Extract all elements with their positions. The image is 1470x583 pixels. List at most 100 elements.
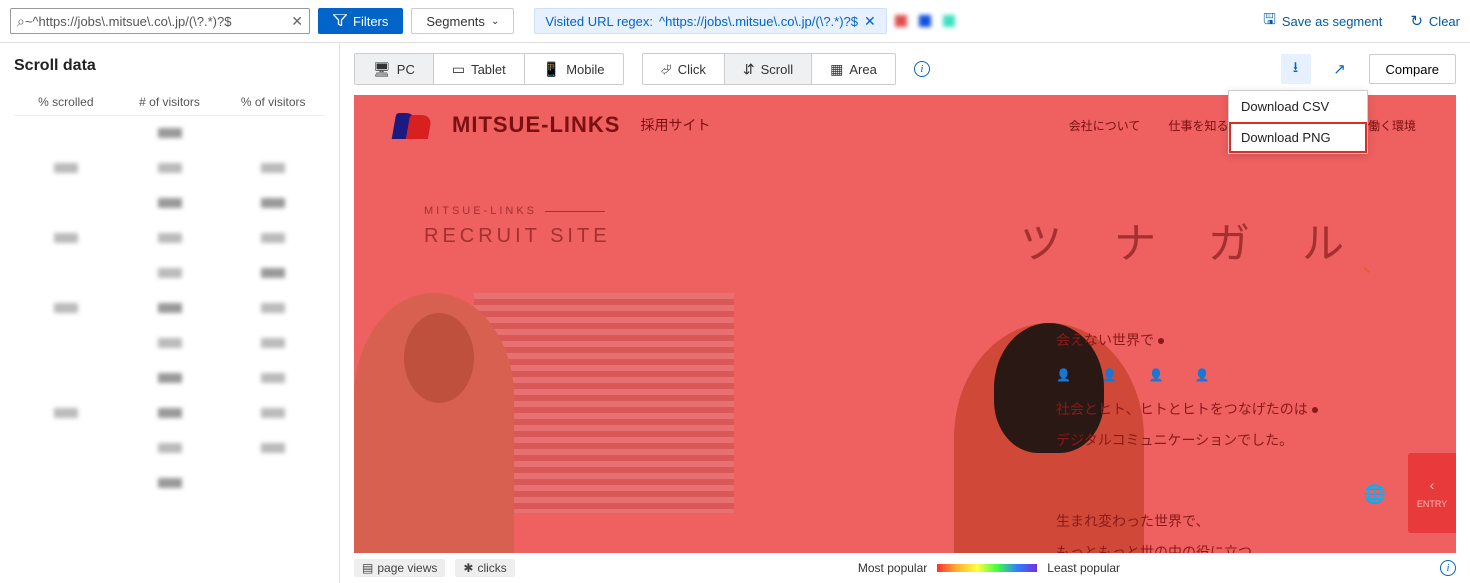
- device-segment: 🖥PC ▭ Tablet 📱 Mobile: [354, 53, 624, 85]
- filter-tag[interactable]: Visited URL regex: ^https://jobs\.mitsue…: [534, 8, 886, 34]
- cursor-icon: ⮰: [661, 61, 672, 78]
- table-row: [14, 326, 325, 361]
- table-row: [14, 361, 325, 396]
- divider-line: [545, 211, 605, 212]
- download-csv-item[interactable]: Download CSV: [1229, 91, 1367, 122]
- info-icon[interactable]: i: [1440, 560, 1456, 576]
- url-search-input[interactable]: [25, 14, 291, 29]
- logo-text: MITSUE-LINKS: [452, 112, 620, 138]
- remove-filter-icon[interactable]: ✕: [864, 13, 876, 30]
- click-label: Click: [678, 62, 706, 77]
- search-icon: ⌕: [17, 13, 25, 30]
- area-icon: ▦: [830, 61, 843, 78]
- mode-click-button[interactable]: ⮰ Click: [643, 54, 725, 84]
- segments-label: Segments: [426, 14, 485, 29]
- nav-item: 会社について: [1069, 117, 1141, 134]
- table-header: % scrolled # of visitors % of visitors: [14, 89, 325, 116]
- filter-icon: [333, 14, 347, 29]
- table-row: [14, 291, 325, 326]
- hero-jp: ツナガル、: [1020, 210, 1396, 271]
- clear-label: Clear: [1429, 14, 1460, 29]
- hero-left: MITSUE-LINKS RECRUIT SITE: [424, 205, 611, 248]
- col-num-visitors: # of visitors: [118, 95, 222, 109]
- nav-item: 働く環境: [1368, 117, 1416, 134]
- heatmap-preview: MITSUE-LINKS 採用サイト 会社について 仕事を知る 仲間とつながる …: [354, 95, 1456, 553]
- logo-subtitle: 採用サイト: [640, 115, 710, 135]
- scroll-data-sidebar: Scroll data % scrolled # of visitors % o…: [0, 43, 340, 583]
- segment-color-swatch: [895, 15, 955, 27]
- device-pc-button[interactable]: 🖥PC: [355, 54, 434, 84]
- globe-icon: 🌐: [1364, 475, 1386, 515]
- filters-label: Filters: [353, 14, 388, 29]
- most-popular-label: Most popular: [858, 561, 927, 575]
- device-tablet-button[interactable]: ▭ Tablet: [434, 54, 525, 84]
- table-body: [14, 116, 325, 501]
- mode-scroll-button[interactable]: ⇵ Scroll: [725, 54, 812, 84]
- copy-line: もっともっと世の中の役に立つ: [1056, 537, 1396, 553]
- mode-segment: ⮰ Click ⇵ Scroll ▦Area: [642, 53, 896, 85]
- table-row: [14, 431, 325, 466]
- table-row: [14, 396, 325, 431]
- copy-line: 社会とヒト、ヒトとヒトをつなげたのは: [1056, 401, 1308, 417]
- logo-icon: [394, 111, 442, 139]
- download-button[interactable]: ⭳: [1281, 54, 1311, 84]
- clicks-icon: ✱: [463, 561, 473, 575]
- share-button[interactable]: ↗: [1325, 54, 1355, 84]
- url-search-box[interactable]: ⌕ ✕: [10, 8, 310, 34]
- clicks-pill[interactable]: ✱ clicks: [455, 559, 514, 577]
- sidebar-title: Scroll data: [14, 57, 325, 75]
- tablet-icon: ▭: [452, 61, 465, 78]
- device-mobile-button[interactable]: 📱 Mobile: [525, 54, 623, 84]
- compare-label: Compare: [1386, 62, 1439, 77]
- share-icon: ↗: [1333, 60, 1346, 78]
- entry-button: ‹ ENTRY: [1408, 453, 1456, 533]
- scroll-icon: ⇵: [743, 61, 755, 78]
- tablet-label: Tablet: [471, 62, 506, 77]
- table-row: [14, 221, 325, 256]
- page-views-pill[interactable]: ▤ page views: [354, 559, 445, 577]
- desktop-icon: 🖥: [373, 61, 391, 78]
- segments-button[interactable]: Segments ⌄: [411, 8, 514, 34]
- clear-button[interactable]: ↻ Clear: [1410, 12, 1460, 30]
- entry-label: ENTRY: [1417, 499, 1447, 509]
- chevron-down-icon: ⌄: [491, 16, 499, 27]
- table-row: [14, 116, 325, 151]
- download-icon: ⭳: [1293, 57, 1298, 82]
- pageviews-icon: ▤: [362, 561, 373, 575]
- info-icon[interactable]: i: [914, 61, 930, 77]
- filters-button[interactable]: Filters: [318, 8, 403, 34]
- hero-jp-text: ツナガル: [1020, 220, 1396, 267]
- page-views-label: page views: [377, 561, 437, 575]
- copy-line: デジタルコミュニケーションでした。: [1056, 425, 1396, 456]
- dot-icon: [1312, 407, 1318, 413]
- clear-search-icon[interactable]: ✕: [291, 13, 303, 30]
- hero-title: RECRUIT SITE: [424, 225, 611, 248]
- download-png-item[interactable]: Download PNG: [1229, 122, 1367, 153]
- scroll-label: Scroll: [761, 62, 794, 77]
- filter-tag-prefix: Visited URL regex:: [545, 14, 653, 29]
- least-popular-label: Least popular: [1047, 561, 1120, 575]
- hero-imagery: [354, 273, 914, 553]
- table-row: [14, 186, 325, 221]
- mode-area-button[interactable]: ▦Area: [812, 54, 895, 84]
- hero-kicker: MITSUE-LINKS: [424, 205, 537, 217]
- filter-tag-value: ^https://jobs\.mitsue\.co\.jp/(\?.*)?$: [659, 14, 858, 29]
- hero-copy: 会えない世界で 👤 👤 👤 👤 社会とヒト、ヒトとヒトをつなげたのは デジタルコ…: [1056, 325, 1396, 553]
- nav-item: 仕事を知る: [1168, 117, 1228, 134]
- accent-mark: 、: [1362, 247, 1436, 279]
- mobile-icon: 📱: [543, 61, 560, 78]
- table-row: [14, 151, 325, 186]
- table-row: [14, 256, 325, 291]
- reset-icon: ↻: [1410, 12, 1423, 30]
- chevron-left-icon: ‹: [1430, 477, 1435, 493]
- mobile-label: Mobile: [566, 62, 604, 77]
- save-icon: 🖫: [1263, 9, 1276, 34]
- compare-button[interactable]: Compare: [1369, 54, 1456, 84]
- dot-icon: [1158, 338, 1164, 344]
- preview-toolbar: 🖥PC ▭ Tablet 📱 Mobile ⮰ Click ⇵ Scroll ▦Area…: [340, 43, 1470, 95]
- clicks-label: clicks: [477, 561, 506, 575]
- save-segment-label: Save as segment: [1282, 14, 1382, 29]
- col-pct-scrolled: % scrolled: [14, 95, 118, 109]
- person-left: [354, 293, 514, 553]
- save-segment-button[interactable]: 🖫 Save as segment: [1263, 9, 1382, 34]
